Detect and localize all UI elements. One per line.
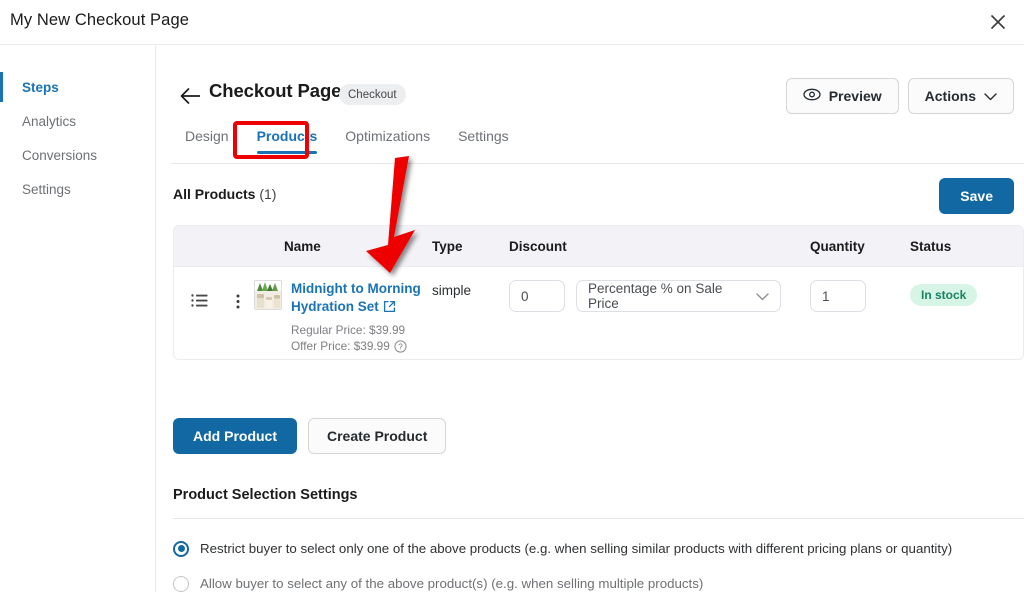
help-circle-icon[interactable]: ? [394, 340, 407, 356]
preview-label: Preview [828, 88, 882, 104]
actions-button[interactable]: Actions [907, 78, 1014, 114]
offer-price-wrap: Offer Price: $39.99? [291, 339, 432, 356]
actions-label: Actions [924, 88, 976, 104]
arrow-left-icon[interactable] [179, 84, 203, 108]
tab-bar: Design Products Optimizations Settings [157, 128, 1024, 164]
radio-label: Restrict buyer to select only one of the… [200, 541, 953, 556]
radio-label: Allow buyer to select any of the above p… [200, 576, 704, 591]
offer-price: Offer Price: $39.99 [291, 339, 390, 353]
sidebar-item-label: Conversions [22, 147, 98, 163]
status-badge: In stock [910, 284, 978, 306]
column-header-name: Name [284, 238, 321, 254]
save-button[interactable]: Save [939, 178, 1014, 214]
quantity-input[interactable]: 1 [810, 280, 866, 312]
tab-label: Design [185, 128, 229, 144]
close-icon[interactable] [980, 5, 1016, 39]
tab-label: Optimizations [345, 128, 431, 144]
product-name-link[interactable]: Midnight to Morning Hydration Set [291, 281, 421, 314]
all-products-label: All Products [173, 186, 256, 202]
sidebar-item-settings[interactable]: Settings [0, 172, 155, 206]
column-header-quantity: Quantity [810, 238, 865, 254]
table-row: Midnight to Morning Hydration Set Regula… [174, 267, 1023, 359]
selection-settings-heading: Product Selection Settings [173, 487, 358, 503]
tab-settings[interactable]: Settings [444, 128, 523, 156]
tab-optimizations[interactable]: Optimizations [331, 128, 444, 156]
external-link-icon[interactable] [383, 300, 396, 318]
regular-price: Regular Price: $39.99 [291, 323, 406, 337]
row-name-cell: Midnight to Morning Hydration Set Regula… [252, 280, 432, 356]
tab-products[interactable]: Products [243, 128, 332, 156]
svg-text:?: ? [398, 343, 403, 352]
sidebar-item-steps[interactable]: Steps [0, 70, 155, 104]
discount-type-select[interactable]: Percentage % on Sale Price [576, 280, 781, 312]
page-header: Checkout Page Checkout Preview Actions [157, 72, 1024, 120]
create-product-button[interactable]: Create Product [308, 418, 447, 454]
tab-label: Products [256, 128, 318, 144]
row-type-cell: simple [432, 280, 504, 298]
product-actions: Add Product Create Product [173, 418, 447, 454]
tabs-divider [171, 163, 1024, 164]
sidebar-item-label: Settings [22, 181, 71, 197]
selection-settings-divider [173, 518, 1024, 519]
page-title: Checkout Page [209, 80, 342, 101]
more-vertical-icon[interactable] [236, 294, 240, 314]
sidebar-item-analytics[interactable]: Analytics [0, 104, 155, 138]
column-header-discount: Discount [509, 238, 567, 254]
preview-button[interactable]: Preview [785, 78, 899, 114]
create-product-label: Create Product [327, 428, 428, 444]
radio-option-allow-any[interactable]: Allow buyer to select any of the above p… [173, 566, 1024, 592]
product-type: simple [432, 283, 472, 298]
tab-label: Settings [458, 128, 509, 144]
row-status-cell: In stock [910, 280, 1015, 306]
sidebar: Steps Analytics Conversions Settings [0, 46, 156, 592]
radio-button[interactable] [173, 540, 189, 557]
add-product-button[interactable]: Add Product [173, 418, 297, 454]
list-reorder-icon[interactable] [190, 294, 208, 312]
eye-icon [803, 88, 821, 104]
table-header-row: Name Type Discount Quantity Status [174, 226, 1023, 267]
sidebar-item-label: Steps [22, 79, 59, 95]
selection-settings-options: Restrict buyer to select only one of the… [173, 531, 1024, 592]
discount-type-value: Percentage % on Sale Price [588, 281, 723, 311]
tab-design[interactable]: Design [171, 128, 243, 156]
row-discount-cell: 0 Percentage % on Sale Price [504, 280, 802, 312]
page-type-badge: Checkout [339, 84, 406, 105]
row-handle-cell [174, 280, 224, 312]
all-products-heading: All Products (1) [173, 186, 276, 202]
column-header-type: Type [432, 238, 463, 254]
radio-option-restrict[interactable]: Restrict buyer to select only one of the… [173, 531, 1024, 566]
products-section-bar: All Products (1) Save [157, 176, 1024, 220]
app-window: My New Checkout Page Steps Analytics Con… [0, 0, 1024, 592]
header-buttons: Preview Actions [785, 78, 1014, 114]
discount-value-input[interactable]: 0 [509, 280, 565, 312]
row-quantity-cell: 1 [802, 280, 910, 312]
product-thumbnail [254, 280, 282, 310]
save-label: Save [960, 188, 993, 204]
all-products-count: (1) [259, 186, 277, 202]
column-header-status: Status [910, 238, 952, 254]
row-kebab-cell [224, 280, 252, 314]
window-titlebar: My New Checkout Page [0, 0, 1024, 45]
add-product-label: Add Product [193, 428, 277, 444]
sidebar-item-label: Analytics [22, 113, 77, 129]
sidebar-item-conversions[interactable]: Conversions [0, 138, 155, 172]
window-title: My New Checkout Page [10, 11, 189, 29]
radio-button[interactable] [173, 575, 189, 592]
main-content: Checkout Page Checkout Preview Actions D… [157, 46, 1024, 592]
chevron-down-icon [984, 88, 997, 104]
chevron-down-icon [756, 289, 769, 304]
products-table: Name Type Discount Quantity Status Midni… [173, 225, 1024, 360]
